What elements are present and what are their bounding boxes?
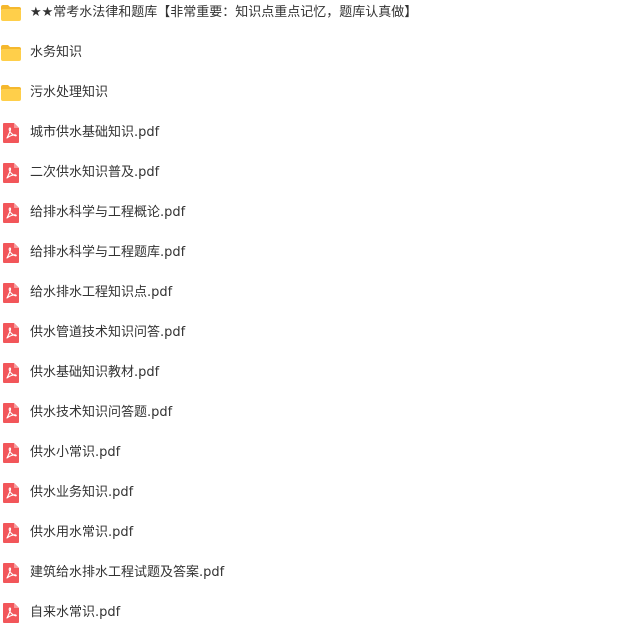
pdf-icon [0,162,22,184]
file-name: 城市供水基础知识.pdf [30,125,160,140]
file-row[interactable]: 供水技术知识问答题.pdf [0,393,644,433]
file-name: 供水用水常识.pdf [30,525,134,540]
folder-row[interactable]: 水务知识 [0,33,644,73]
folder-icon [0,82,22,104]
file-name: 建筑给水排水工程试题及答案.pdf [30,565,225,580]
file-row[interactable]: 城市供水基础知识.pdf [0,113,644,153]
pdf-icon [0,202,22,224]
folder-icon [0,42,22,64]
pdf-icon [0,602,22,624]
pdf-icon [0,362,22,384]
file-name: 供水基础知识教材.pdf [30,365,160,380]
pdf-icon [0,442,22,464]
file-name: 污水处理知识 [30,85,109,100]
file-row[interactable]: 供水业务知识.pdf [0,473,644,513]
file-row[interactable]: 自来水常识.pdf [0,593,644,633]
file-name: 二次供水知识普及.pdf [30,165,160,180]
pdf-icon [0,482,22,504]
pdf-icon [0,562,22,584]
pdf-icon [0,282,22,304]
folder-row[interactable]: 污水处理知识 [0,73,644,113]
pdf-icon [0,122,22,144]
file-name: 给水排水工程知识点.pdf [30,285,173,300]
file-row[interactable]: 给排水科学与工程题库.pdf [0,233,644,273]
file-row[interactable]: 给排水科学与工程概论.pdf [0,193,644,233]
file-row[interactable]: 供水用水常识.pdf [0,513,644,553]
file-row[interactable]: 给水排水工程知识点.pdf [0,273,644,313]
file-row[interactable]: 供水小常识.pdf [0,433,644,473]
pdf-icon [0,322,22,344]
folder-row[interactable]: ★★常考水法律和题库【非常重要：知识点重点记忆，题库认真做】 [0,0,644,33]
file-name: ★★常考水法律和题库【非常重要：知识点重点记忆，题库认真做】 [30,5,418,20]
file-name: 水务知识 [30,45,83,60]
file-name: 给排水科学与工程题库.pdf [30,245,186,260]
pdf-icon [0,522,22,544]
file-name: 供水技术知识问答题.pdf [30,405,173,420]
pdf-icon [0,402,22,424]
file-row[interactable]: 供水管道技术知识问答.pdf [0,313,644,353]
file-name: 供水小常识.pdf [30,445,121,460]
file-row[interactable]: 二次供水知识普及.pdf [0,153,644,193]
file-name: 给排水科学与工程概论.pdf [30,205,186,220]
file-list: ★★常考水法律和题库【非常重要：知识点重点记忆，题库认真做】 水务知识污水处理知识… [0,0,644,633]
pdf-icon [0,242,22,264]
file-name: 供水业务知识.pdf [30,485,134,500]
folder-icon [0,2,22,24]
file-name: 供水管道技术知识问答.pdf [30,325,186,340]
file-name: 自来水常识.pdf [30,605,121,620]
file-row[interactable]: 建筑给水排水工程试题及答案.pdf [0,553,644,593]
file-row[interactable]: 供水基础知识教材.pdf [0,353,644,393]
